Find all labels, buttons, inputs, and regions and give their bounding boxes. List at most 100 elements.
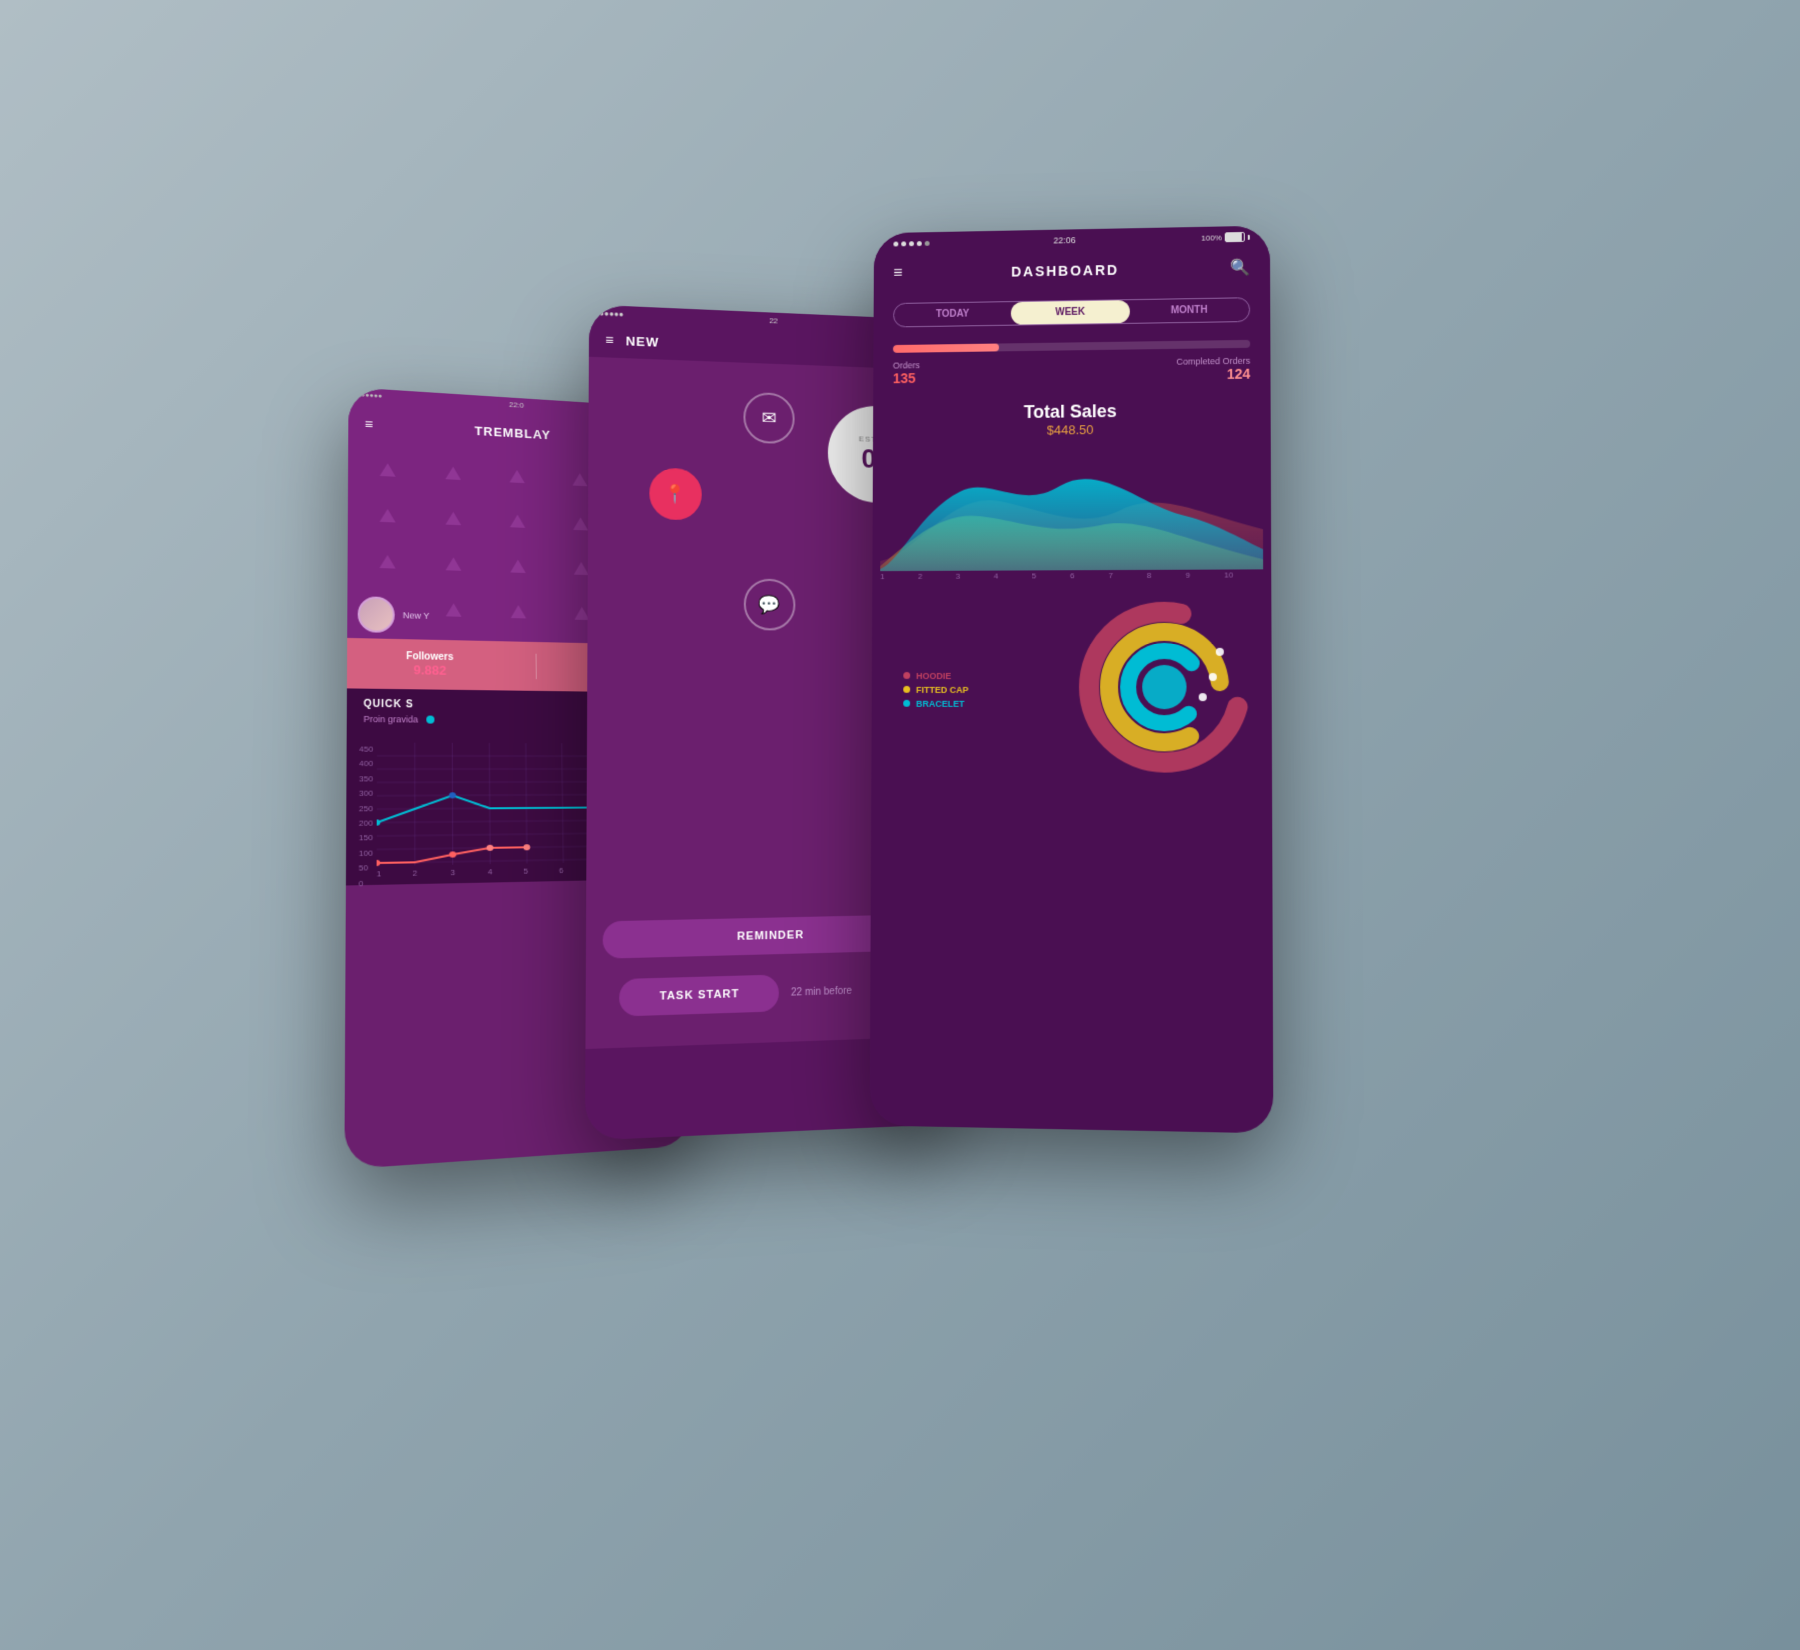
svg-text:3: 3 bbox=[956, 572, 961, 581]
p2-time: 22 bbox=[769, 316, 778, 325]
p1-followers-label: Followers bbox=[406, 651, 453, 663]
p2-title: NEW bbox=[626, 333, 660, 349]
p3-legend: HOODIE FITTED CAP BRACELET bbox=[903, 671, 968, 709]
p1-y-400: 400 bbox=[359, 757, 373, 772]
tab-month[interactable]: MONTH bbox=[1130, 298, 1250, 323]
mountain-icon: ⛰ bbox=[423, 589, 485, 633]
mountain-icon: ⛰ bbox=[356, 494, 419, 539]
p3-orders-left: Orders 135 bbox=[893, 360, 920, 386]
p1-y-150: 150 bbox=[359, 831, 373, 846]
p2-location-container: 📍 bbox=[649, 468, 701, 521]
p3-total-sales: Total Sales $448.50 bbox=[873, 389, 1271, 443]
mountain-icon: ⛰ bbox=[488, 546, 548, 590]
hamburger-icon[interactable]: ≡ bbox=[365, 416, 373, 432]
tab-week[interactable]: WEEK bbox=[1011, 300, 1129, 325]
p1-y-50: 50 bbox=[359, 861, 373, 876]
svg-text:5: 5 bbox=[1032, 571, 1037, 580]
p3-dot-3 bbox=[909, 241, 914, 246]
svg-text:2: 2 bbox=[918, 572, 923, 581]
p3-dot-2 bbox=[901, 241, 906, 246]
p3-donut-container bbox=[1074, 597, 1256, 784]
p3-title: DASHBOARD bbox=[1011, 262, 1119, 280]
p3-legend-fitted-cap: FITTED CAP bbox=[903, 684, 968, 694]
p1-y-0: 0 bbox=[359, 876, 373, 891]
p1-y-250: 250 bbox=[359, 802, 373, 817]
mountain-icon: ⛰ bbox=[422, 452, 483, 496]
p1-y-labels: 450 400 350 300 250 200 150 100 50 0 bbox=[359, 742, 373, 876]
svg-text:10: 10 bbox=[1224, 570, 1234, 579]
p3-orders-value: 135 bbox=[893, 370, 920, 386]
battery-rect bbox=[1225, 232, 1245, 242]
scene: ●●●●● 22:0 ■■■ ≡ TREMBLAY ⛰ ⛰ ⛰ ⛰ ⛰ ⛰ ⛰ … bbox=[350, 225, 1450, 1425]
svg-text:4: 4 bbox=[488, 868, 493, 877]
p2-task-time-label: 22 min before bbox=[791, 985, 852, 998]
p1-time: 22:0 bbox=[509, 400, 524, 409]
p3-completed-value: 124 bbox=[1176, 366, 1250, 383]
p2-task-start-button[interactable]: TASK START bbox=[619, 975, 779, 1017]
svg-text:8: 8 bbox=[1147, 571, 1152, 580]
p3-progress-bar bbox=[893, 340, 1250, 353]
p1-stat-divider bbox=[535, 654, 536, 679]
svg-text:1: 1 bbox=[880, 572, 885, 581]
p3-legend-bracelet: BRACELET bbox=[903, 698, 968, 708]
p1-title: TREMBLAY bbox=[475, 423, 551, 442]
p2-chat-icon-container: 💬 bbox=[744, 579, 796, 631]
p3-orders-label: Orders bbox=[893, 360, 920, 370]
p3-orders-right: Completed Orders 124 bbox=[1176, 356, 1250, 383]
p3-time: 22:06 bbox=[1053, 235, 1075, 245]
p1-followers-value: 9.882 bbox=[406, 662, 453, 678]
p1-stat-followers: Followers 9.882 bbox=[406, 651, 453, 678]
p3-area-chart: 1 2 3 4 5 6 7 8 9 10 bbox=[880, 439, 1263, 581]
p1-y-200: 200 bbox=[359, 816, 373, 831]
battery-tip bbox=[1248, 234, 1250, 239]
p2-chat-button[interactable]: 💬 bbox=[744, 579, 796, 631]
p1-quick-dot bbox=[426, 716, 434, 724]
svg-text:6: 6 bbox=[559, 866, 564, 875]
p2-hamburger-icon[interactable]: ≡ bbox=[605, 332, 613, 348]
svg-text:1: 1 bbox=[377, 870, 382, 877]
p3-orders-labels: Orders 135 Completed Orders 124 bbox=[893, 356, 1251, 386]
p3-header: ≡ DASHBOARD 🔍 bbox=[874, 247, 1270, 293]
svg-text:2: 2 bbox=[413, 869, 418, 877]
p3-hamburger-icon[interactable]: ≡ bbox=[893, 265, 902, 283]
p1-profile-row: New Y bbox=[358, 596, 430, 634]
mountain-icon: ⛰ bbox=[487, 500, 547, 544]
p3-bottom-chart-row: HOODIE FITTED CAP BRACELET bbox=[871, 588, 1272, 791]
p3-progress-fill bbox=[893, 344, 999, 353]
p2-location-button[interactable]: 📍 bbox=[649, 468, 701, 521]
p3-area-chart-container: 1 2 3 4 5 6 7 8 9 10 bbox=[872, 439, 1271, 586]
tab-today[interactable]: TODAY bbox=[894, 302, 1011, 326]
svg-text:3: 3 bbox=[451, 868, 456, 876]
svg-text:5: 5 bbox=[524, 867, 529, 876]
p1-y-300: 300 bbox=[359, 787, 373, 802]
p1-location: New Y bbox=[403, 610, 430, 621]
mountain-icon: ⛰ bbox=[423, 543, 485, 587]
p3-legend-hoodie: HOODIE bbox=[903, 671, 968, 681]
svg-text:9: 9 bbox=[1186, 571, 1191, 580]
mountain-icon: ⛰ bbox=[487, 456, 547, 500]
mountain-icon: ⛰ bbox=[356, 541, 419, 586]
p3-signal-dots bbox=[893, 240, 929, 246]
p2-mail-button[interactable]: ✉ bbox=[743, 392, 794, 444]
fitted-cap-dot bbox=[903, 686, 910, 693]
hoodie-dot bbox=[903, 672, 910, 679]
p1-y-100: 100 bbox=[359, 846, 373, 861]
p3-tabs: TODAY WEEK MONTH bbox=[893, 297, 1250, 327]
p3-dot-5 bbox=[925, 240, 930, 245]
mountain-icon: ⛰ bbox=[356, 449, 418, 494]
p3-orders-section: Orders 135 Completed Orders 124 bbox=[873, 332, 1270, 395]
p3-battery: 100% bbox=[1201, 232, 1250, 243]
p3-sales-value: $448.50 bbox=[873, 420, 1271, 439]
battery-fill bbox=[1226, 233, 1242, 241]
svg-text:4: 4 bbox=[994, 572, 999, 581]
p1-y-350: 350 bbox=[359, 772, 373, 787]
bracelet-label: BRACELET bbox=[916, 698, 964, 708]
p3-search-icon[interactable]: 🔍 bbox=[1230, 258, 1250, 278]
svg-text:7: 7 bbox=[1108, 571, 1113, 580]
p3-donut-chart bbox=[1074, 597, 1256, 779]
p2-dots: ●●●●● bbox=[599, 309, 624, 319]
p1-avatar bbox=[358, 596, 395, 633]
phone-3: 22:06 100% ≡ DASHBOARD 🔍 TODAY WEEK MONT… bbox=[870, 226, 1274, 1134]
bracelet-dot bbox=[903, 700, 910, 707]
hoodie-label: HOODIE bbox=[916, 671, 951, 681]
